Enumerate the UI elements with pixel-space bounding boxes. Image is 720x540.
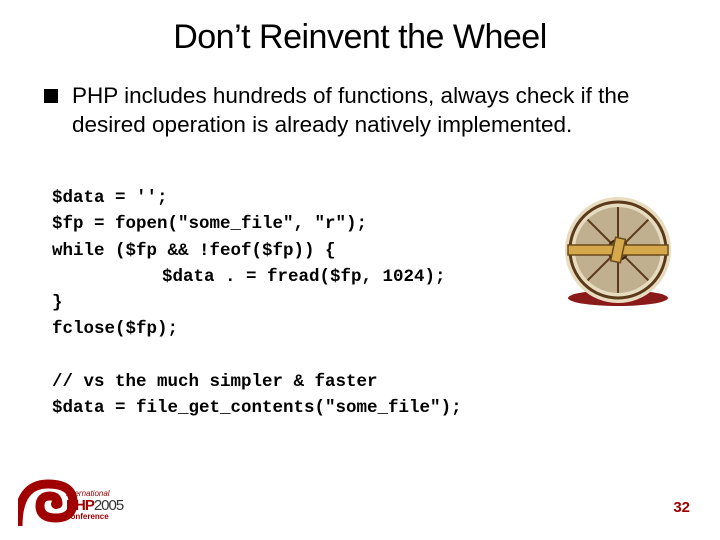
code-line: fclose($fp); bbox=[52, 319, 178, 339]
code-line: $data = file_get_contents("some_file"); bbox=[52, 398, 462, 418]
code-line: $data = ''; bbox=[52, 188, 168, 208]
code-line: } bbox=[52, 293, 63, 313]
bullet-item: PHP includes hundreds of functions, alwa… bbox=[44, 82, 684, 140]
bullet-square-icon bbox=[44, 89, 58, 103]
bullet-text: PHP includes hundreds of functions, alwa… bbox=[72, 82, 684, 140]
slide: Don’t Reinvent the Wheel PHP includes hu… bbox=[0, 0, 720, 540]
conference-logo: international PHP2005 conference bbox=[18, 474, 168, 526]
page-number: 32 bbox=[673, 499, 690, 516]
logo-text: international PHP2005 conference bbox=[66, 490, 123, 521]
slide-title: Don’t Reinvent the Wheel bbox=[0, 0, 720, 57]
code-line: $data . = fread($fp, 1024); bbox=[52, 264, 446, 290]
code-line: $fp = fopen("some_file", "r"); bbox=[52, 214, 367, 234]
code-line: // vs the much simpler & faster bbox=[52, 372, 378, 392]
slide-body: PHP includes hundreds of functions, alwa… bbox=[44, 82, 684, 140]
wheel-icon bbox=[558, 190, 678, 310]
code-line: while ($fp && !feof($fp)) { bbox=[52, 241, 336, 261]
logo-conference: conference bbox=[66, 513, 123, 521]
